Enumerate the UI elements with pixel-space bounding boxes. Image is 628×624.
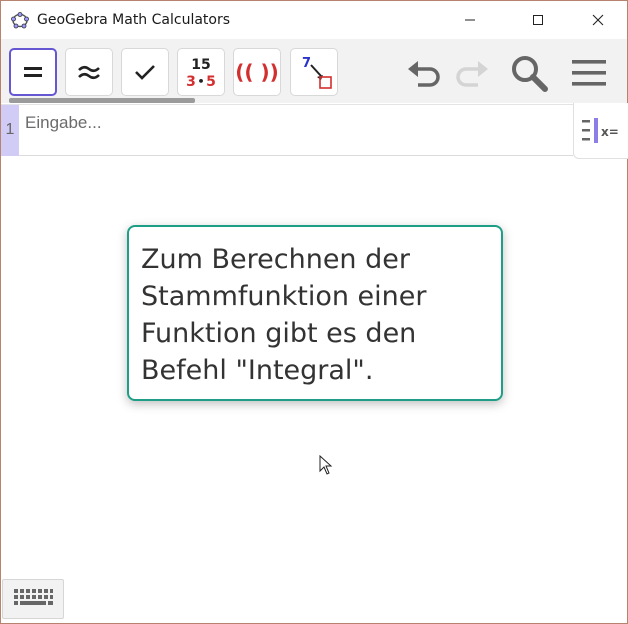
toolbar-scrollbar[interactable] [9,98,195,103]
search-button[interactable] [509,53,549,93]
tooltip-text: Zum Berechnen der Stammfunktion einer Fu… [141,244,427,386]
approx-icon [78,65,100,80]
title-bar: GeoGebra Math Calculators [1,1,627,39]
menu-icon [572,60,606,86]
algebra-input[interactable] [25,111,545,135]
approx-tool-button[interactable] [65,48,113,96]
maximize-icon [533,15,543,25]
minimize-icon [465,19,475,21]
substitute-label: 7 [302,56,311,71]
check-tool-button[interactable] [121,48,169,96]
algebra-view-toggle[interactable]: x= [573,103,628,159]
parentheses-icon: (( )) [237,60,277,84]
geogebra-logo-icon [11,11,29,29]
substitute-tool-button[interactable]: 7 [290,48,338,96]
substitute-icon: 7 [302,56,332,89]
close-button[interactable] [575,1,621,39]
algebra-input-row: 1 [1,104,573,156]
factor-dot-label: • [197,75,204,88]
factor-left-label: 3 [186,74,196,90]
undo-button[interactable] [405,53,445,93]
factor-icon: 15 3 • 5 [186,57,216,90]
redo-icon [456,61,488,87]
redo-button[interactable] [451,53,491,93]
keyboard-toggle-button[interactable] [2,579,64,619]
close-icon [592,14,604,26]
keyboard-icon [14,589,53,605]
factor-top-label: 15 [191,57,210,73]
menu-button[interactable] [569,53,609,93]
factor-tool-button[interactable]: 15 3 • 5 [177,48,225,96]
expand-label: (( )) [237,60,277,84]
search-icon [512,56,548,92]
hint-tooltip: Zum Berechnen der Stammfunktion einer Fu… [127,225,503,401]
undo-icon [408,61,440,87]
maximize-button[interactable] [515,1,561,39]
row-number: 1 [1,105,19,156]
check-icon [135,65,155,80]
minimize-button[interactable] [447,1,493,39]
algebra-view-icon: x= [581,117,619,143]
expand-tool-button[interactable]: (( )) [233,48,281,96]
equals-icon [24,67,42,77]
app-window: GeoGebra Math Calculators 15 3 • 5 (())… [0,0,628,624]
toolbar: 15 3 • 5 (( )) 7 [1,39,627,103]
algebra-view-label: x= [601,125,619,139]
factor-right-label: 5 [206,74,216,90]
equals-tool-button[interactable] [9,48,57,96]
mouse-pointer-icon [319,454,333,480]
window-title: GeoGebra Math Calculators [37,12,231,28]
